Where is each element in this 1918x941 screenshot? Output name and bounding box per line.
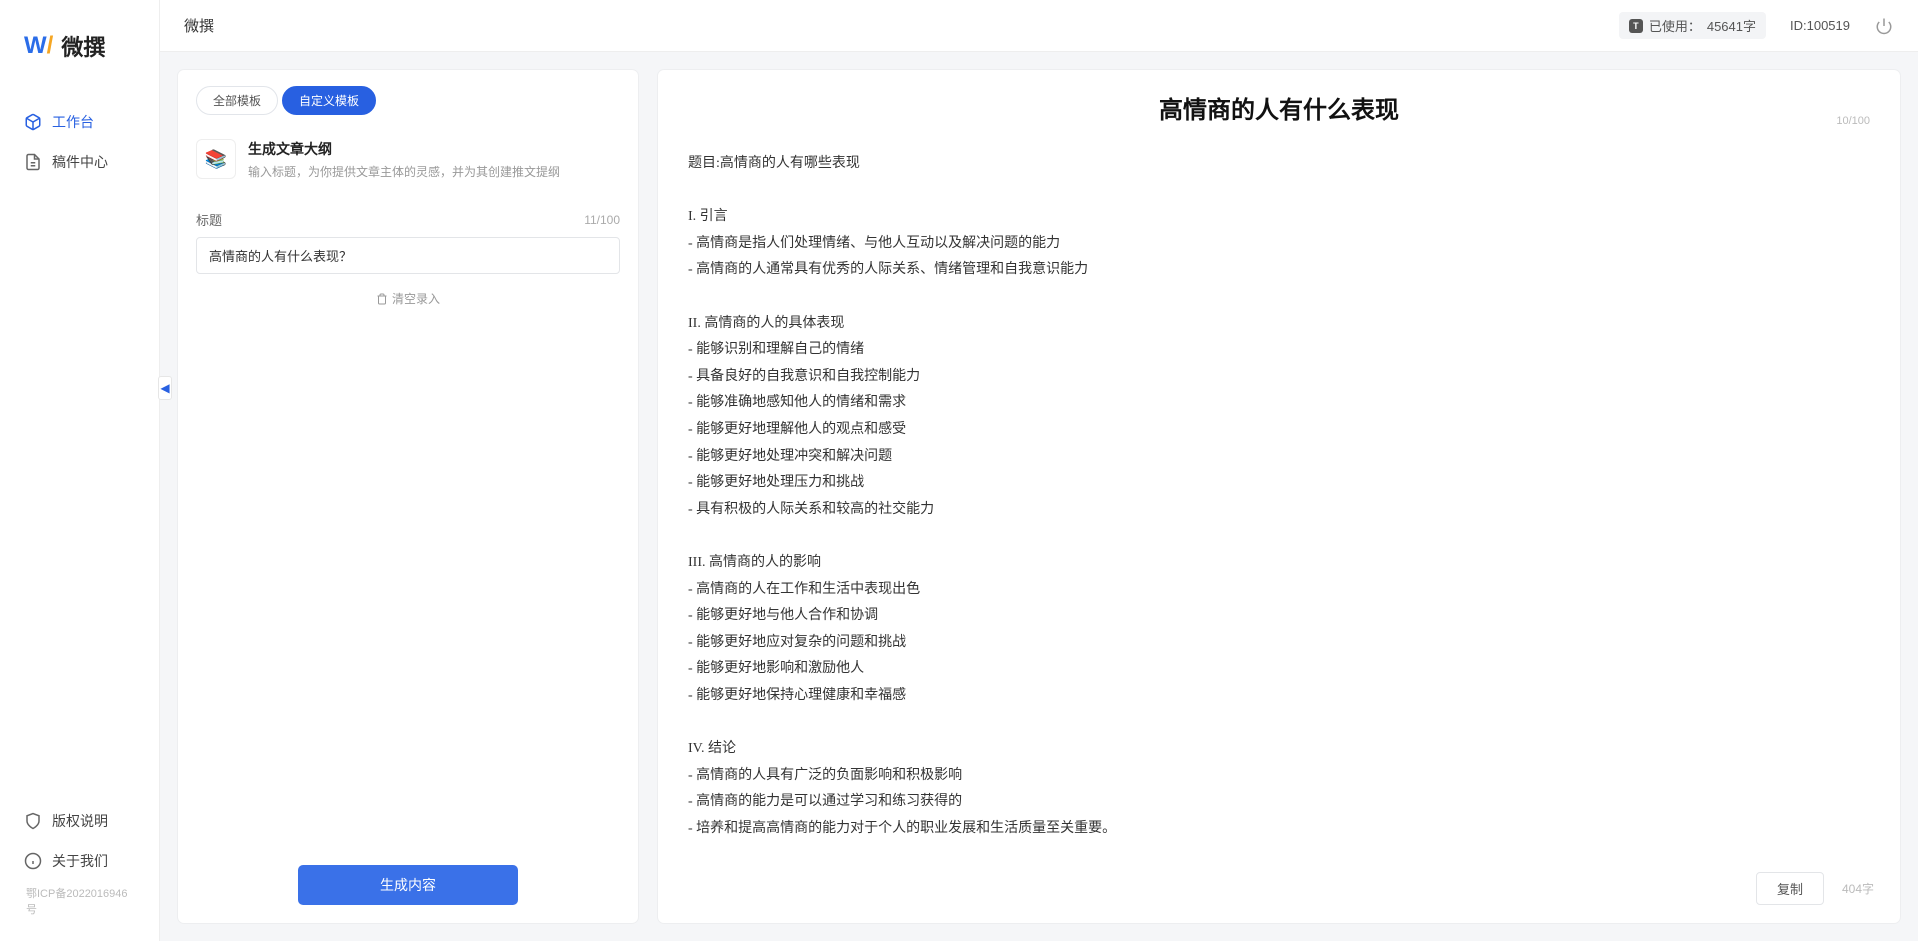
logo: W/ 微撰 [0,0,159,102]
shield-icon [24,812,42,830]
doc-body[interactable]: 题目:高情商的人有哪些表现 I. 引言 - 高情商是指人们处理情绪、与他人互动以… [658,133,1900,860]
tab-all-templates[interactable]: 全部模板 [196,86,278,115]
logo-text: 微撰 [61,30,105,62]
usage-prefix: 已使用： [1649,16,1701,35]
title-input[interactable] [196,237,620,274]
logo-mark: W/ [24,32,53,60]
sidebar-collapse-handle[interactable]: ◀ [158,376,172,400]
link-about[interactable]: 关于我们 [8,841,151,881]
header-title: 微撰 [184,15,1619,36]
input-panel: 全部模板 自定义模板 📚 生成文章大纲 输入标题，为你提供文章主体的灵感，并为其… [178,70,638,923]
sidebar-bottom: 版权说明 关于我们 鄂ICP备2022016946号 [0,793,159,941]
footer-link-label: 关于我们 [52,851,108,871]
tab-custom-templates[interactable]: 自定义模板 [282,86,376,115]
usage-value: 45641字 [1707,16,1756,35]
power-icon[interactable] [1874,16,1894,36]
clear-input-button[interactable]: 清空录入 [196,290,620,307]
doc-title[interactable]: 高情商的人有什么表现 [688,90,1870,125]
generate-button[interactable]: 生成内容 [298,865,518,905]
title-char-count: 11/100 [584,213,620,227]
template-card: 📚 生成文章大纲 输入标题，为你提供文章主体的灵感，并为其创建推文提纲 [196,133,620,190]
template-tabs: 全部模板 自定义模板 [178,70,638,125]
clear-label: 清空录入 [392,290,440,307]
sidebar-item-label: 工作台 [52,112,94,132]
usage-badge: T 已使用： 45641字 [1619,12,1766,39]
footer-link-label: 版权说明 [52,811,108,831]
output-panel: 高情商的人有什么表现 10/100 题目:高情商的人有哪些表现 I. 引言 - … [658,70,1900,923]
sidebar: W/ 微撰 工作台 稿件中心 版权说明 [0,0,160,941]
copy-button[interactable]: 复制 [1756,872,1824,905]
info-icon [24,852,42,870]
sidebar-item-workspace[interactable]: 工作台 [8,102,151,142]
doc-title-count: 10/100 [1836,115,1870,127]
template-title: 生成文章大纲 [248,139,560,159]
doc-icon [24,153,42,171]
sidebar-item-label: 稿件中心 [52,152,108,172]
chevron-left-icon: ◀ [160,381,169,395]
title-label: 标题 [196,210,222,229]
title-form: 标题 11/100 清空录入 [178,198,638,307]
text-icon: T [1629,19,1643,33]
cube-icon [24,113,42,131]
template-desc: 输入标题，为你提供文章主体的灵感，并为其创建推文提纲 [248,163,560,180]
header: 微撰 T 已使用： 45641字 ID:100519 [160,0,1918,52]
link-copyright[interactable]: 版权说明 [8,801,151,841]
user-id: ID:100519 [1790,18,1850,33]
icp-text: 鄂ICP备2022016946号 [8,881,151,921]
word-count: 404字 [1842,880,1874,897]
books-icon: 📚 [196,139,236,179]
trash-icon [376,293,388,305]
sidebar-nav: 工作台 稿件中心 [0,102,159,793]
sidebar-item-drafts[interactable]: 稿件中心 [8,142,151,182]
